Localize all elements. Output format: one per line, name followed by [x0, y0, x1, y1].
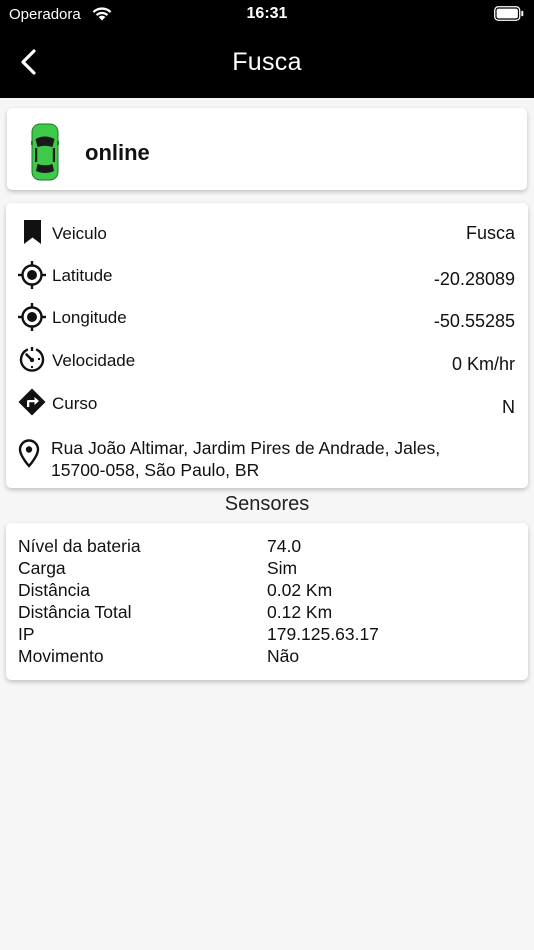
address-line-1: Rua João Altimar, Jardim Pires de Andrad…	[51, 438, 441, 458]
address-row: Rua João Altimar, Jardim Pires de Andrad…	[6, 435, 528, 485]
sensor-value: 74.0	[267, 536, 302, 556]
car-icon	[31, 122, 59, 187]
battery-icon	[494, 6, 524, 25]
vehicle-status-card: online	[7, 108, 527, 190]
sensor-value: 0.02 Km	[267, 580, 333, 600]
vehicle-value: Fusca	[465, 223, 515, 243]
course-label: Curso	[52, 394, 98, 413]
sensor-row: Nível da bateria 74.0	[18, 536, 516, 558]
sensor-value: 179.125.63.17	[267, 624, 379, 644]
sensor-row: Movimento Não	[18, 646, 516, 668]
sensor-value: Não	[267, 646, 300, 666]
longitude-label: Longitude	[52, 308, 127, 327]
crosshair-icon	[18, 302, 48, 332]
status-bar: Operadora 16:31	[0, 0, 534, 30]
latitude-row: Latitude -20.28089	[6, 260, 528, 300]
vehicle-row: Veiculo Fusca	[6, 218, 528, 258]
sensor-row: Carga Sim	[18, 558, 516, 580]
vehicle-status-text: online	[85, 140, 150, 165]
vehicle-label: Veiculo	[52, 224, 107, 243]
course-row: Curso N	[6, 388, 528, 428]
speedometer-icon	[18, 345, 48, 375]
clock: 16:31	[246, 5, 288, 22]
vehicle-info-card: Veiculo Fusca Latitude -20.28089 Longitu…	[6, 203, 528, 488]
sensor-key: Distância Total	[18, 602, 132, 622]
latitude-label: Latitude	[52, 266, 113, 285]
direction-icon	[18, 388, 48, 418]
sensor-key: IP	[18, 624, 35, 644]
sensor-key: Carga	[18, 558, 66, 578]
sensor-key: Nível da bateria	[18, 536, 141, 556]
course-value: N	[502, 397, 515, 417]
page-title: Fusca	[232, 48, 302, 76]
bookmark-icon	[18, 218, 48, 248]
navigation-bar: Fusca	[0, 30, 534, 98]
address-line-2: 15700-058, São Paulo, BR	[51, 460, 260, 480]
sensor-row: Distância Total 0.12 Km	[18, 602, 516, 624]
latitude-value: -20.28089	[433, 269, 515, 289]
location-pin-icon	[18, 439, 42, 474]
sensor-key: Distância	[18, 580, 90, 600]
sensor-value: 0.12 Km	[267, 602, 333, 622]
sensors-card: Nível da bateria 74.0 Carga Sim Distânci…	[6, 523, 528, 680]
sensors-title: Sensores	[224, 493, 310, 515]
sensor-row: Distância 0.02 Km	[18, 580, 516, 602]
address-text: Rua João Altimar, Jardim Pires de Andrad…	[51, 437, 511, 481]
speed-value: 0 Km/hr	[451, 354, 515, 374]
sensor-row: IP 179.125.63.17	[18, 624, 516, 646]
speed-label: Velocidade	[52, 351, 136, 370]
sensor-value: Sim	[267, 558, 298, 578]
longitude-value: -50.55285	[433, 311, 515, 331]
app-header: Operadora 16:31 Fusca	[0, 0, 534, 98]
speed-row: Velocidade 0 Km/hr	[6, 345, 528, 385]
crosshair-icon	[18, 260, 48, 290]
sensor-key: Movimento	[18, 646, 104, 666]
longitude-row: Longitude -50.55285	[6, 302, 528, 342]
